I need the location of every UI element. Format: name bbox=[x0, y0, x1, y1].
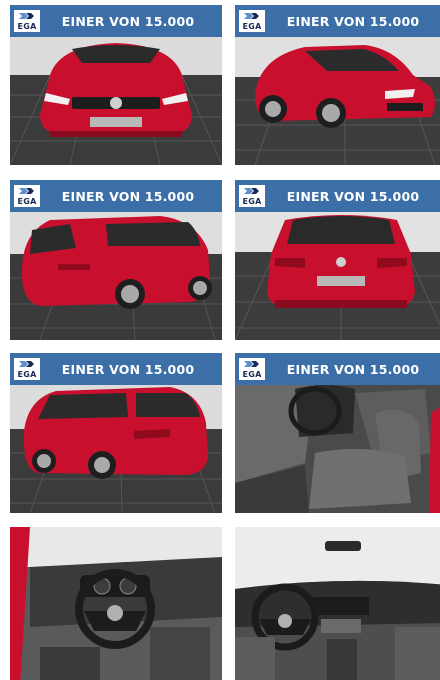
ega-chevron-icon bbox=[19, 188, 34, 194]
ega-chevron-icon bbox=[19, 361, 34, 367]
gallery-tile-2[interactable]: EGA EINER VON 15.000 bbox=[235, 5, 440, 165]
promo-banner: EGA EINER VON 15.000 bbox=[10, 5, 222, 37]
ega-chevron-icon bbox=[19, 13, 34, 19]
car-interior-dashboard-photo bbox=[235, 527, 440, 680]
promo-banner: EGA EINER VON 15.000 bbox=[235, 180, 440, 212]
banner-text: EINER VON 15.000 bbox=[286, 188, 420, 204]
ega-logo: EGA bbox=[239, 185, 265, 207]
banner-text: EINER VON 15.000 bbox=[61, 188, 195, 204]
banner-text: EINER VON 15.000 bbox=[286, 361, 420, 377]
photo-gallery: EGA EINER VON 15.000 EGA EINER VON 15.00… bbox=[0, 0, 440, 680]
banner-text: EINER VON 15.000 bbox=[286, 13, 420, 29]
promo-banner: EGA EINER VON 15.000 bbox=[235, 353, 440, 385]
promo-banner: EGA EINER VON 15.000 bbox=[10, 180, 222, 212]
ega-chevron-icon bbox=[244, 188, 259, 194]
ega-logo: EGA bbox=[239, 358, 265, 380]
ega-logo: EGA bbox=[14, 10, 40, 32]
gallery-tile-8[interactable] bbox=[235, 527, 440, 680]
ega-logo: EGA bbox=[14, 358, 40, 380]
gallery-tile-5[interactable]: EGA EINER VON 15.000 bbox=[10, 353, 222, 513]
promo-banner: EGA EINER VON 15.000 bbox=[235, 5, 440, 37]
ega-logo-text: EGA bbox=[242, 370, 262, 379]
ega-logo-text: EGA bbox=[17, 22, 37, 31]
gallery-tile-4[interactable]: EGA EINER VON 15.000 bbox=[235, 180, 440, 340]
ega-logo: EGA bbox=[239, 10, 265, 32]
gallery-tile-6[interactable]: EGA EINER VON 15.000 bbox=[235, 353, 440, 513]
ega-chevron-icon bbox=[244, 13, 259, 19]
ega-logo: EGA bbox=[14, 185, 40, 207]
car-interior-steering-photo bbox=[10, 527, 222, 680]
gallery-tile-1[interactable]: EGA EINER VON 15.000 bbox=[10, 5, 222, 165]
banner-text: EINER VON 15.000 bbox=[61, 361, 195, 377]
banner-text: EINER VON 15.000 bbox=[61, 13, 195, 29]
ega-logo-text: EGA bbox=[242, 22, 262, 31]
ega-logo-text: EGA bbox=[242, 197, 262, 206]
ega-logo-text: EGA bbox=[17, 197, 37, 206]
ega-chevron-icon bbox=[244, 361, 259, 367]
gallery-tile-3[interactable]: EGA EINER VON 15.000 bbox=[10, 180, 222, 340]
ega-logo-text: EGA bbox=[17, 370, 37, 379]
promo-banner: EGA EINER VON 15.000 bbox=[10, 353, 222, 385]
gallery-tile-7[interactable] bbox=[10, 527, 222, 680]
